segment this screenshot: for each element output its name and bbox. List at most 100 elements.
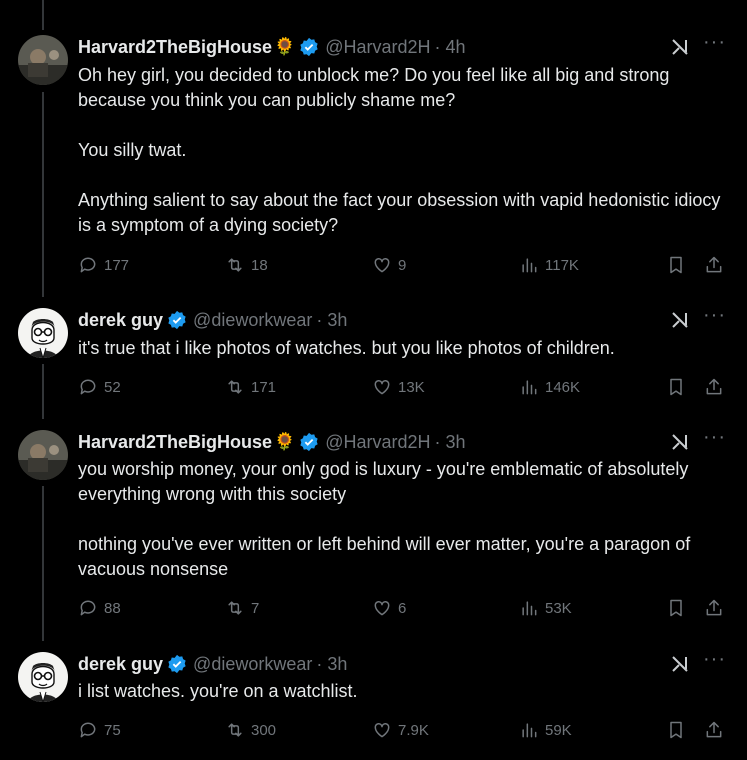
verified-badge-icon [168, 654, 186, 674]
reply-button[interactable]: 52 [78, 377, 121, 397]
avatar[interactable] [18, 652, 68, 702]
views-button[interactable]: 117K [519, 255, 579, 275]
tweet-text: Oh hey girl, you decided to unblock me? … [78, 65, 721, 235]
avatar[interactable] [18, 430, 68, 480]
views-button[interactable]: 59K [519, 720, 572, 740]
retweet-count: 7 [251, 599, 260, 617]
heart-icon [374, 379, 390, 395]
reply-count: 88 [104, 599, 121, 617]
previous-tweet-actions-edge [0, 0, 747, 8]
analytics-icon [522, 601, 537, 616]
reply-icon [80, 379, 96, 395]
cartoon-avatar-image [18, 308, 68, 358]
share-button[interactable] [704, 255, 730, 275]
display-name[interactable]: derek guy [78, 654, 163, 675]
more-options-icon[interactable]: ··· [703, 31, 726, 54]
heart-icon [374, 722, 390, 738]
analytics-icon [522, 380, 537, 395]
tweet-actions: 52 171 13K 146K [78, 377, 733, 401]
display-name[interactable]: Harvard2TheBigHouse [78, 37, 272, 58]
thread-line [42, 364, 44, 419]
timestamp[interactable]: · 4h [435, 37, 466, 58]
heart-icon [374, 600, 390, 616]
retweet-icon [228, 258, 242, 272]
tweet-text: i list watches. you're on a watchlist. [78, 681, 358, 701]
share-button[interactable] [704, 377, 730, 397]
handle[interactable]: @Harvard2H [325, 432, 430, 453]
photo-avatar-image [18, 35, 68, 85]
tweet-header: derek guy @dieworkwear · 3h [78, 308, 347, 332]
bookmark-icon [670, 721, 682, 739]
tweet-text: it's true that i like photos of watches.… [78, 338, 615, 358]
retweet-count: 300 [251, 721, 277, 739]
like-button[interactable]: 13K [372, 377, 425, 397]
grok-icon[interactable] [670, 310, 690, 330]
share-button[interactable] [704, 720, 730, 740]
more-options-icon[interactable]: ··· [703, 648, 726, 671]
like-count: 7.9K [398, 721, 429, 739]
sunflower-emoji: 🌻 [274, 37, 296, 56]
analytics-icon [522, 723, 537, 738]
display-name[interactable]: Harvard2TheBigHouse [78, 432, 272, 453]
handle[interactable]: @dieworkwear [193, 654, 312, 675]
grok-icon[interactable] [670, 654, 690, 674]
bookmark-icon [670, 378, 682, 396]
avatar[interactable] [18, 35, 68, 85]
retweet-button[interactable]: 18 [225, 255, 268, 275]
more-options-icon[interactable]: ··· [703, 304, 726, 327]
views-button[interactable]: 146K [519, 377, 580, 397]
thread-line [42, 486, 44, 641]
reply-button[interactable]: 88 [78, 598, 121, 618]
view-count: 53K [545, 599, 572, 617]
share-button[interactable] [704, 598, 730, 618]
bookmark-button[interactable] [666, 255, 692, 275]
share-icon [706, 378, 722, 395]
view-count: 59K [545, 721, 572, 739]
tweet-header: Harvard2TheBigHouse 🌻 @Harvard2H · 3h [78, 430, 466, 454]
retweet-count: 171 [251, 378, 277, 396]
like-button[interactable]: 9 [372, 255, 406, 275]
reply-button[interactable]: 75 [78, 720, 121, 740]
timestamp[interactable]: · 3h [435, 432, 466, 453]
verified-badge-icon [300, 432, 318, 452]
like-count: 6 [398, 599, 407, 617]
display-name[interactable]: derek guy [78, 310, 163, 331]
timestamp[interactable]: · 3h [316, 310, 347, 331]
reply-icon [80, 257, 96, 273]
reply-icon [80, 600, 96, 616]
tweet-actions: 177 18 9 117K [78, 255, 733, 279]
handle[interactable]: @Harvard2H [325, 37, 430, 58]
like-button[interactable]: 7.9K [372, 720, 429, 740]
view-count: 146K [545, 378, 581, 396]
bookmark-button[interactable] [666, 377, 692, 397]
retweet-count: 18 [251, 256, 268, 274]
tweet-actions: 75 300 7.9K 59K [78, 720, 733, 744]
handle[interactable]: @dieworkwear [193, 310, 312, 331]
bookmark-button[interactable] [666, 720, 692, 740]
retweet-button[interactable]: 300 [225, 720, 276, 740]
analytics-icon [522, 258, 537, 273]
like-button[interactable]: 6 [372, 598, 406, 618]
grok-icon[interactable] [670, 37, 690, 57]
view-count: 117K [545, 256, 579, 274]
reply-count: 52 [104, 378, 121, 396]
bookmark-button[interactable] [666, 598, 692, 618]
share-icon [706, 256, 722, 273]
tweet-actions: 88 7 6 53K [78, 598, 733, 622]
retweet-button[interactable]: 171 [225, 377, 276, 397]
avatar[interactable] [18, 308, 68, 358]
reply-button[interactable]: 177 [78, 255, 129, 275]
share-icon [706, 599, 722, 616]
views-button[interactable]: 53K [519, 598, 572, 618]
grok-icon[interactable] [670, 432, 690, 452]
more-options-icon[interactable]: ··· [703, 426, 726, 449]
thread-line [42, 92, 44, 297]
share-icon [706, 721, 722, 738]
like-count: 9 [398, 256, 407, 274]
retweet-button[interactable]: 7 [225, 598, 259, 618]
tweet-header: Harvard2TheBigHouse 🌻 @Harvard2H · 4h [78, 35, 466, 59]
timestamp[interactable]: · 3h [316, 654, 347, 675]
bookmark-icon [670, 256, 682, 274]
verified-badge-icon [168, 310, 186, 330]
reply-count: 75 [104, 721, 121, 739]
